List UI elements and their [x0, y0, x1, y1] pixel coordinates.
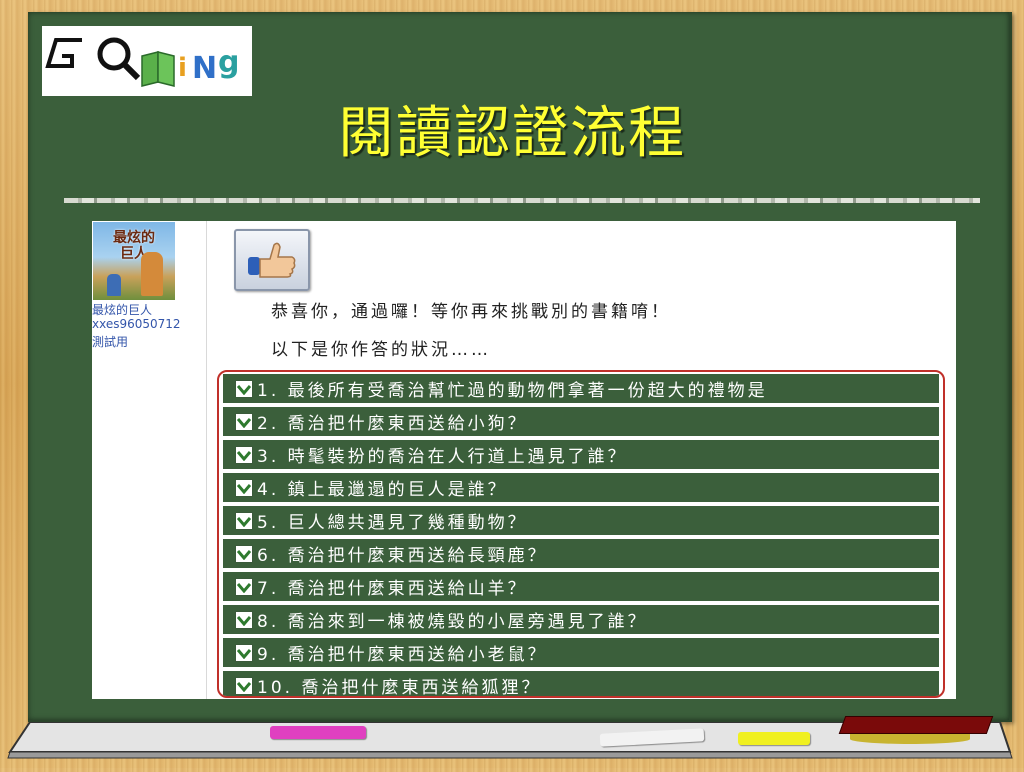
yellow-chalk[interactable] — [738, 732, 810, 745]
check-icon — [235, 478, 253, 497]
thumbs-up-button[interactable] — [234, 229, 310, 291]
chalk-divider — [64, 198, 980, 203]
check-icon — [235, 412, 253, 431]
question-text: 4. 鎮上最邋遢的巨人是誰？ — [257, 480, 508, 500]
check-icon — [235, 544, 253, 563]
test-note: 測試用 — [92, 335, 129, 349]
check-icon — [235, 610, 253, 629]
eraser-base — [850, 734, 970, 744]
user-id: xxes96050712 — [92, 317, 181, 331]
check-icon — [235, 643, 253, 662]
status-intro: 以下是你作答的狀況…… — [271, 340, 491, 360]
question-text: 8. 喬治來到一棟被燒毀的小屋旁遇見了誰？ — [257, 612, 648, 632]
question-list: 1. 最後所有受喬治幫忙過的動物們拿著一份超大的禮物是 2. 喬治把什麼東西送給… — [217, 370, 945, 698]
page-title: 閱讀認證流程 — [338, 101, 686, 166]
question-text: 3. 時髦裝扮的喬治在人行道上遇見了誰？ — [257, 447, 628, 467]
giant-figure — [141, 252, 163, 296]
question-row[interactable]: 10. 喬治把什麼東西送給狐狸？ — [223, 671, 939, 698]
question-row[interactable]: 4. 鎮上最邋遢的巨人是誰？ — [223, 473, 939, 502]
thumbs-up-icon — [248, 242, 296, 278]
chalk-ledge — [0, 716, 1024, 768]
check-icon — [235, 577, 253, 596]
svg-text:i: i — [178, 53, 187, 83]
child-figure — [107, 274, 121, 296]
question-text: 2. 喬治把什麼東西送給小狗？ — [257, 414, 528, 434]
question-text: 5. 巨人總共遇見了幾種動物？ — [257, 513, 528, 533]
book-cover-image[interactable]: 最炫的巨人 — [93, 222, 175, 300]
result-content: 恭喜你，通過囉！等你再來挑戰別的書籍唷！ 以下是你作答的狀況…… 1. 最後所有… — [206, 221, 956, 699]
book-info: 最炫的巨人 最炫的巨人 xxes96050712 測試用 — [92, 221, 206, 699]
svg-text:N: N — [192, 51, 217, 86]
question-text: 7. 喬治把什麼東西送給山羊？ — [257, 579, 528, 599]
check-icon — [235, 511, 253, 530]
congrats-message: 恭喜你，通過囉！等你再來挑戰別的書籍唷！ — [271, 302, 671, 322]
question-row[interactable]: 7. 喬治把什麼東西送給山羊？ — [223, 572, 939, 601]
question-row[interactable]: 3. 時髦裝扮的喬治在人行道上遇見了誰？ — [223, 440, 939, 469]
question-row[interactable]: 9. 喬治把什麼東西送給小老鼠？ — [223, 638, 939, 667]
svg-text:g: g — [218, 45, 239, 80]
check-icon — [235, 379, 253, 398]
question-row[interactable]: 2. 喬治把什麼東西送給小狗？ — [223, 407, 939, 436]
eraser[interactable] — [838, 716, 994, 734]
question-row[interactable]: 5. 巨人總共遇見了幾種動物？ — [223, 506, 939, 535]
question-row[interactable]: 8. 喬治來到一棟被燒毀的小屋旁遇見了誰？ — [223, 605, 939, 634]
question-text: 10. 喬治把什麼東西送給狐狸？ — [257, 678, 542, 698]
book-name: 最炫的巨人 — [92, 303, 153, 317]
result-panel: 最炫的巨人 最炫的巨人 xxes96050712 測試用 恭喜你，通過囉！等你再… — [92, 221, 956, 699]
pink-chalk[interactable] — [270, 726, 366, 739]
question-row[interactable]: 1. 最後所有受喬治幫忙過的動物們拿著一份超大的禮物是 — [223, 374, 939, 403]
question-text: 1. 最後所有受喬治幫忙過的動物們拿著一份超大的禮物是 — [257, 381, 768, 401]
check-icon — [235, 676, 253, 695]
question-row[interactable]: 6. 喬治把什麼東西送給長頸鹿？ — [223, 539, 939, 568]
check-icon — [235, 445, 253, 464]
question-text: 6. 喬治把什麼東西送給長頸鹿？ — [257, 546, 548, 566]
going-logo: i N g — [42, 26, 252, 96]
question-text: 9. 喬治把什麼東西送給小老鼠？ — [257, 645, 548, 665]
